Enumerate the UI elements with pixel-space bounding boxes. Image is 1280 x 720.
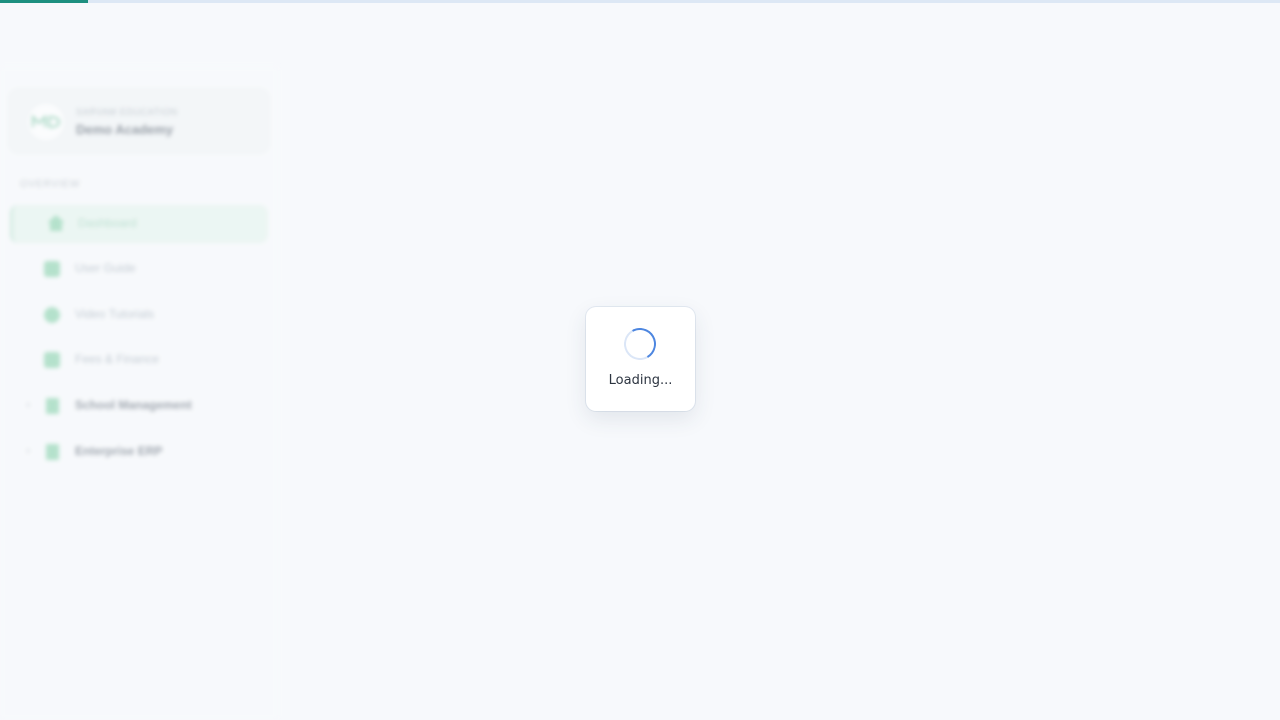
logo-icon xyxy=(32,115,61,128)
sidebar-item-dashboard[interactable]: Dashboard xyxy=(10,205,268,243)
sidebar-item-label: Fees & Finance xyxy=(75,352,160,366)
sidebar-item-label: School Management xyxy=(75,398,192,412)
page: SARVAM EDUCATION Demo Academy OVERVIEW D… xyxy=(0,0,1280,720)
loading-text: Loading... xyxy=(608,373,673,388)
sidebar-item-label: Enterprise ERP xyxy=(75,444,163,458)
play-circle-icon xyxy=(44,307,60,323)
card-icon xyxy=(44,352,60,368)
sidebar-item-label: User Guide xyxy=(75,261,136,275)
loading-dialog: Loading... xyxy=(586,307,695,411)
chevron-right-icon: › xyxy=(26,398,31,411)
spinner-icon xyxy=(620,324,660,364)
sidebar-item-video-tutorials[interactable]: Video Tutorials xyxy=(10,296,268,334)
sidebar: SARVAM EDUCATION Demo Academy OVERVIEW D… xyxy=(0,66,278,720)
sidebar-item-label: Video Tutorials xyxy=(75,307,155,321)
sidebar-item-label: Dashboard xyxy=(78,216,137,230)
sidebar-item-school-management[interactable]: › School Management xyxy=(10,387,268,425)
section-label: OVERVIEW xyxy=(20,179,81,190)
school-caption: SARVAM EDUCATION xyxy=(76,107,178,117)
home-icon xyxy=(47,215,65,231)
school-logo xyxy=(28,104,64,140)
sidebar-item-user-guide[interactable]: User Guide xyxy=(10,250,268,288)
building-icon xyxy=(46,444,59,460)
sidebar-item-fees-finance[interactable]: Fees & Finance xyxy=(10,341,268,379)
building-icon xyxy=(46,398,59,414)
school-name: Demo Academy xyxy=(76,122,174,137)
sidebar-item-enterprise-erp[interactable]: › Enterprise ERP xyxy=(10,433,268,471)
chevron-right-icon: › xyxy=(26,444,31,457)
book-icon xyxy=(44,261,60,277)
school-card[interactable]: SARVAM EDUCATION Demo Academy xyxy=(8,88,270,154)
